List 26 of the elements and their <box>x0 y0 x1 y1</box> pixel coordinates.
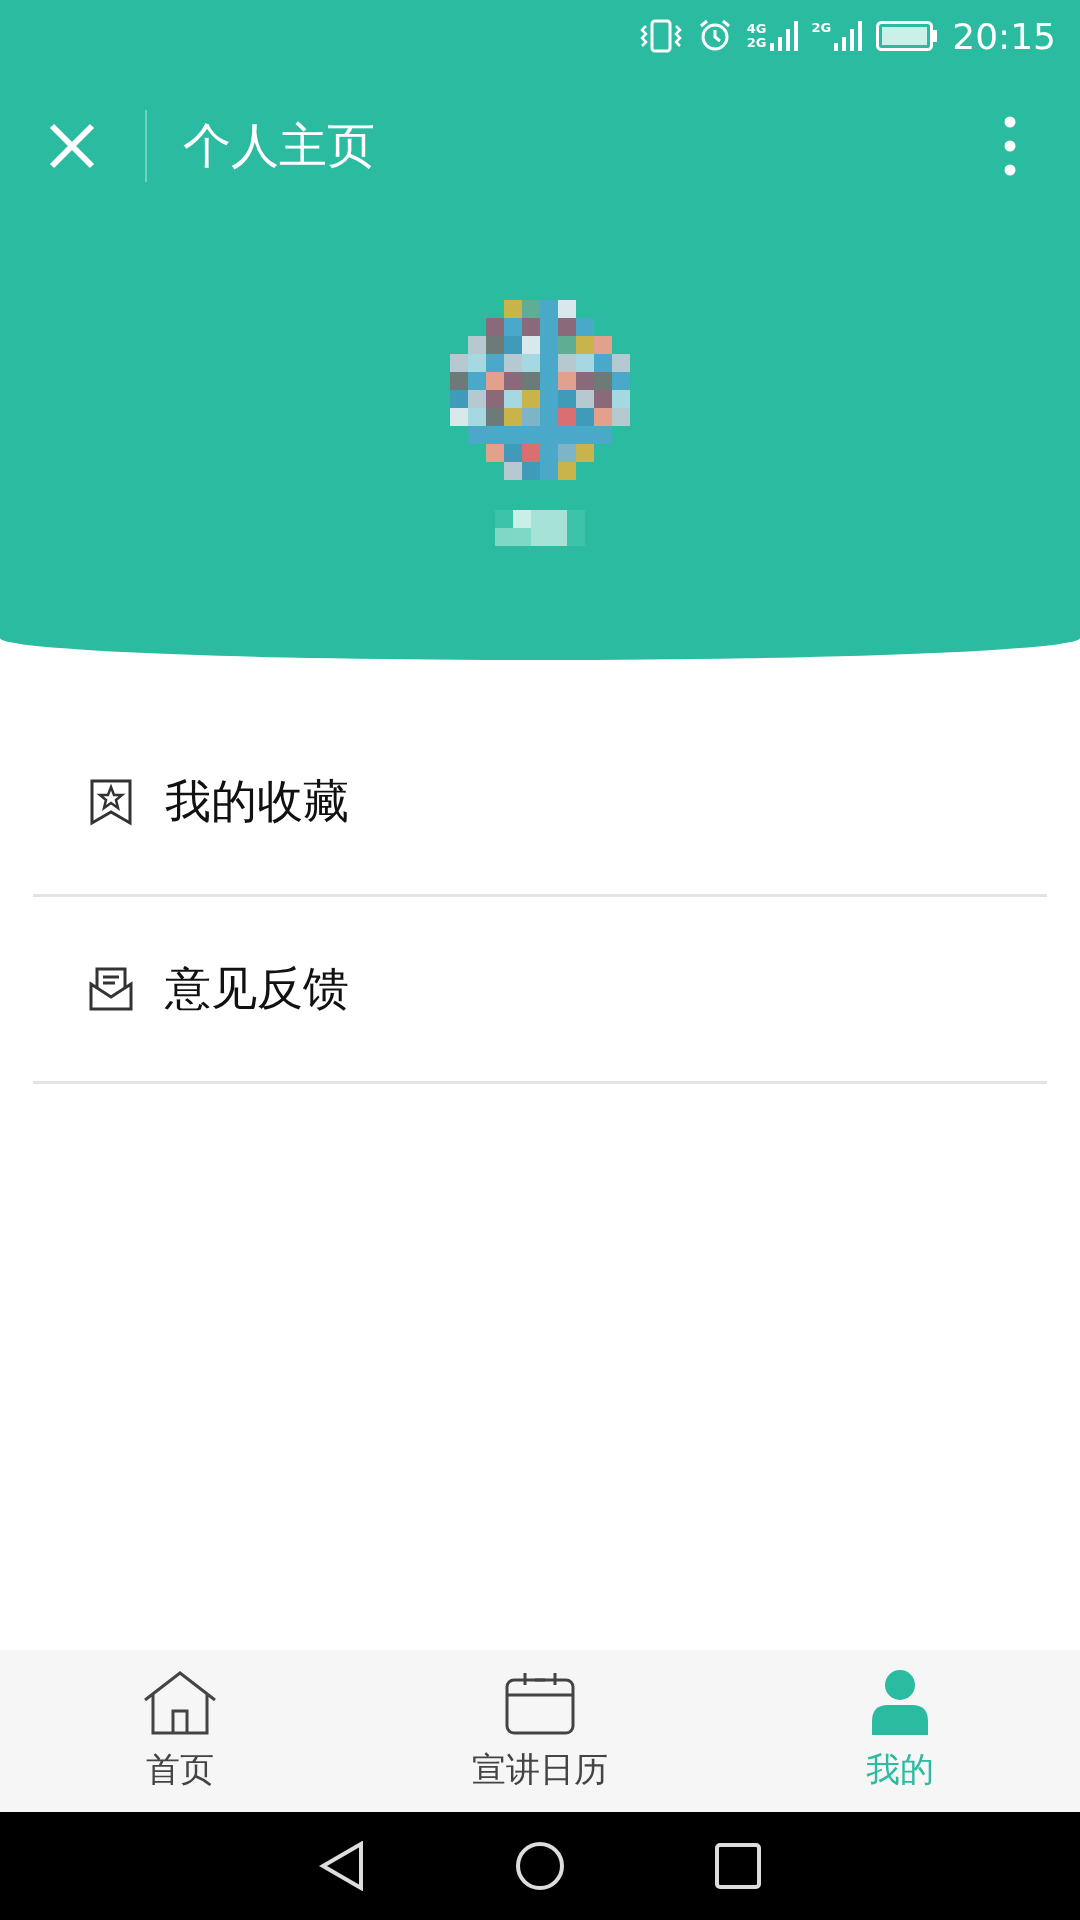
network-label: 4G <box>746 22 767 36</box>
vibrate-icon <box>638 18 683 54</box>
square-icon <box>715 1843 761 1889</box>
back-icon <box>319 1841 365 1891</box>
recents-button[interactable] <box>715 1843 761 1889</box>
close-icon <box>48 122 96 170</box>
envelope-icon <box>88 966 134 1012</box>
home-icon <box>143 1671 217 1735</box>
back-button[interactable] <box>319 1841 365 1891</box>
person-icon <box>872 1669 928 1735</box>
tab[interactable]: 首页 <box>0 1650 360 1812</box>
more-icon <box>1004 116 1016 176</box>
network-label: 2G <box>746 36 767 50</box>
clock-time: 20:15 <box>952 15 1056 57</box>
tab[interactable]: 宣讲日历 <box>360 1650 720 1812</box>
network-label: 2G <box>811 21 832 35</box>
signal-icon <box>769 21 798 51</box>
menu-item[interactable]: 我的收藏 <box>165 771 349 833</box>
bookmark-star-icon <box>89 778 133 826</box>
circle-icon <box>515 1841 565 1891</box>
home-button[interactable] <box>515 1841 565 1891</box>
menu-item[interactable]: 意见反馈 <box>165 958 349 1020</box>
battery-icon <box>876 21 939 51</box>
page-title: 个人主页 <box>183 116 376 175</box>
calendar-icon <box>505 1671 575 1735</box>
signal-icon <box>834 21 863 51</box>
